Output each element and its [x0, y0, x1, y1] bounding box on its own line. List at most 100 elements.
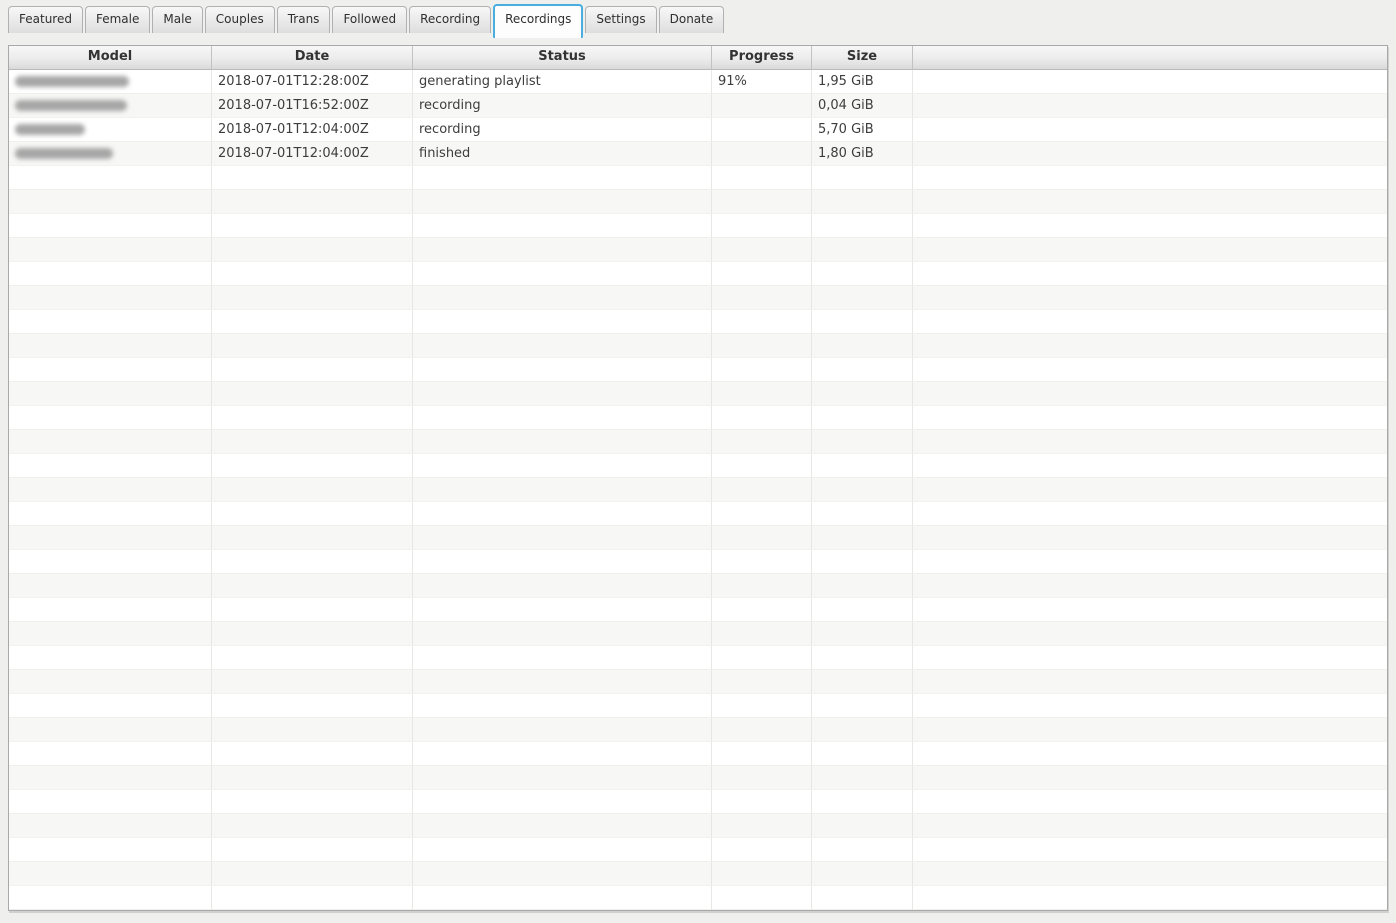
- tab-bar: FeaturedFemaleMaleCouplesTransFollowedRe…: [0, 0, 1396, 45]
- cell-size: [812, 502, 913, 526]
- cell-progress: [712, 286, 812, 310]
- cell-status: [413, 574, 712, 598]
- cell-date: [212, 478, 413, 502]
- redacted-model-name: [15, 100, 127, 111]
- cell-status: [413, 550, 712, 574]
- cell-progress: [712, 598, 812, 622]
- cell-filler: [913, 502, 1387, 526]
- tab-recording[interactable]: Recording: [409, 6, 491, 33]
- cell-progress: [712, 454, 812, 478]
- tab-followed[interactable]: Followed: [332, 6, 407, 33]
- tab-male[interactable]: Male: [152, 6, 202, 33]
- cell-status: [413, 838, 712, 862]
- recording-row[interactable]: 2018-07-01T12:04:00Zfinished1,80 GiB: [9, 142, 1387, 166]
- cell-size: [812, 718, 913, 742]
- recording-row[interactable]: 2018-07-01T12:28:00Zgenerating playlist9…: [9, 70, 1387, 94]
- empty-row: [9, 886, 1387, 910]
- cell-filler: [913, 814, 1387, 838]
- cell-filler: [913, 646, 1387, 670]
- column-header-date[interactable]: Date: [212, 46, 413, 70]
- recordings-table: ModelDateStatusProgressSize 2018-07-01T1…: [8, 45, 1388, 911]
- empty-row: [9, 406, 1387, 430]
- recording-row[interactable]: 2018-07-01T16:52:00Zrecording0,04 GiB: [9, 94, 1387, 118]
- cell-model: [9, 598, 212, 622]
- cell-size: [812, 694, 913, 718]
- cell-progress: [712, 118, 812, 142]
- cell-filler: [913, 190, 1387, 214]
- cell-status: [413, 430, 712, 454]
- cell-status: generating playlist: [413, 70, 712, 94]
- column-header-model[interactable]: Model: [9, 46, 212, 70]
- cell-model: [9, 118, 212, 142]
- cell-date: [212, 214, 413, 238]
- cell-date: [212, 382, 413, 406]
- cell-size: [812, 166, 913, 190]
- cell-date: [212, 646, 413, 670]
- cell-date: [212, 310, 413, 334]
- cell-filler: [913, 598, 1387, 622]
- empty-row: [9, 166, 1387, 190]
- empty-row: [9, 262, 1387, 286]
- cell-progress: [712, 574, 812, 598]
- cell-progress: [712, 670, 812, 694]
- cell-status: [413, 310, 712, 334]
- cell-filler: [913, 334, 1387, 358]
- cell-date: [212, 358, 413, 382]
- cell-progress: [712, 358, 812, 382]
- column-header-progress[interactable]: Progress: [712, 46, 812, 70]
- cell-status: [413, 718, 712, 742]
- cell-date: [212, 694, 413, 718]
- cell-size: [812, 862, 913, 886]
- tab-female[interactable]: Female: [85, 6, 150, 33]
- empty-row: [9, 766, 1387, 790]
- cell-date: [212, 622, 413, 646]
- cell-filler: [913, 550, 1387, 574]
- cell-model: [9, 718, 212, 742]
- cell-filler: [913, 670, 1387, 694]
- cell-filler: [913, 478, 1387, 502]
- cell-size: [812, 478, 913, 502]
- cell-model: [9, 526, 212, 550]
- tab-couples[interactable]: Couples: [205, 6, 275, 33]
- cell-status: [413, 262, 712, 286]
- tab-trans[interactable]: Trans: [277, 6, 331, 33]
- cell-progress: [712, 406, 812, 430]
- column-header-status[interactable]: Status: [413, 46, 712, 70]
- cell-model: [9, 694, 212, 718]
- cell-size: [812, 334, 913, 358]
- cell-filler: [913, 790, 1387, 814]
- empty-row: [9, 862, 1387, 886]
- cell-date: [212, 838, 413, 862]
- cell-size: [812, 886, 913, 910]
- cell-model: [9, 166, 212, 190]
- cell-size: [812, 310, 913, 334]
- cell-status: [413, 670, 712, 694]
- cell-filler: [913, 118, 1387, 142]
- cell-status: [413, 790, 712, 814]
- cell-date: [212, 406, 413, 430]
- cell-size: [812, 526, 913, 550]
- tab-featured[interactable]: Featured: [8, 6, 83, 33]
- table-body: 2018-07-01T12:28:00Zgenerating playlist9…: [9, 70, 1387, 910]
- cell-progress: [712, 190, 812, 214]
- cell-progress: [712, 694, 812, 718]
- cell-status: [413, 358, 712, 382]
- cell-filler: [913, 406, 1387, 430]
- cell-filler: [913, 70, 1387, 94]
- tab-recordings[interactable]: Recordings: [493, 4, 583, 38]
- tab-donate[interactable]: Donate: [659, 6, 725, 33]
- tab-settings[interactable]: Settings: [585, 6, 656, 33]
- cell-size: [812, 382, 913, 406]
- column-header-size[interactable]: Size: [812, 46, 913, 70]
- cell-filler: [913, 886, 1387, 910]
- empty-row: [9, 238, 1387, 262]
- cell-size: [812, 598, 913, 622]
- recording-row[interactable]: 2018-07-01T12:04:00Zrecording5,70 GiB: [9, 118, 1387, 142]
- cell-filler: [913, 166, 1387, 190]
- empty-row: [9, 694, 1387, 718]
- cell-model: [9, 94, 212, 118]
- cell-progress: [712, 742, 812, 766]
- empty-row: [9, 550, 1387, 574]
- cell-progress: [712, 238, 812, 262]
- cell-date: [212, 598, 413, 622]
